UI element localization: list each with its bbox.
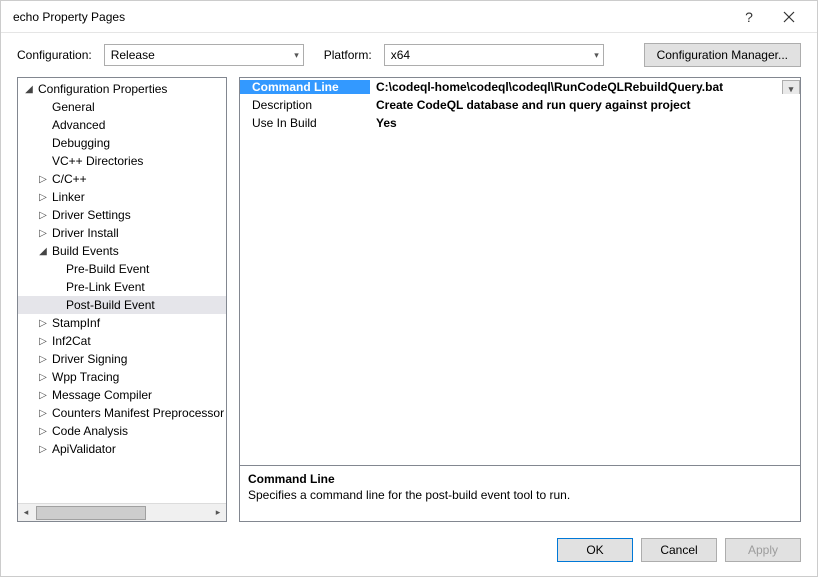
tree-item-label: Linker xyxy=(50,190,85,204)
tree[interactable]: ◢Configuration PropertiesGeneralAdvanced… xyxy=(18,78,226,503)
tree-item[interactable]: ▷Message Compiler xyxy=(18,386,226,404)
tree-item-label: Code Analysis xyxy=(50,424,128,438)
config-label: Configuration: xyxy=(17,48,92,62)
property-value[interactable]: C:\codeql-home\codeql\codeql\RunCodeQLRe… xyxy=(370,80,800,94)
tree-item[interactable]: ▷Counters Manifest Preprocessor xyxy=(18,404,226,422)
tree-item[interactable]: Debugging xyxy=(18,134,226,152)
expand-icon[interactable]: ▷ xyxy=(36,318,50,329)
description-text: Specifies a command line for the post-bu… xyxy=(248,488,792,502)
expand-icon[interactable]: ▷ xyxy=(36,426,50,437)
tree-item-label: StampInf xyxy=(50,316,100,330)
tree-panel: ◢Configuration PropertiesGeneralAdvanced… xyxy=(17,77,227,522)
configuration-combo[interactable]: Release ▾ xyxy=(104,44,304,66)
tree-item[interactable]: ▷Driver Install xyxy=(18,224,226,242)
apply-button[interactable]: Apply xyxy=(725,538,801,562)
tree-item[interactable]: Pre-Build Event xyxy=(18,260,226,278)
close-button[interactable] xyxy=(769,3,809,31)
property-row[interactable]: DescriptionCreate CodeQL database and ru… xyxy=(240,96,800,114)
tree-item-label: Counters Manifest Preprocessor xyxy=(50,406,224,420)
tree-item[interactable]: ◢Build Events xyxy=(18,242,226,260)
configuration-value: Release xyxy=(111,48,155,62)
description-title: Command Line xyxy=(248,472,792,486)
tree-item[interactable]: Post-Build Event xyxy=(18,296,226,314)
tree-item-label: Driver Install xyxy=(50,226,119,240)
property-name: Description xyxy=(240,98,370,112)
expand-icon[interactable]: ▷ xyxy=(36,390,50,401)
tree-item-label: Post-Build Event xyxy=(64,298,155,312)
tree-item-label: VC++ Directories xyxy=(50,154,143,168)
chevron-down-icon: ▾ xyxy=(294,50,299,61)
platform-combo[interactable]: x64 ▾ xyxy=(384,44,604,66)
scroll-thumb[interactable] xyxy=(36,506,146,520)
expand-icon[interactable]: ▷ xyxy=(36,174,50,185)
tree-item-label: Pre-Build Event xyxy=(64,262,149,276)
tree-item[interactable]: ▷Linker xyxy=(18,188,226,206)
tree-item-label: Inf2Cat xyxy=(50,334,91,348)
scroll-left-icon[interactable]: ◂ xyxy=(18,505,34,521)
tree-item-label: Advanced xyxy=(50,118,105,132)
expand-icon[interactable]: ▷ xyxy=(36,444,50,455)
tree-item-label: Wpp Tracing xyxy=(50,370,119,384)
tree-item[interactable]: VC++ Directories xyxy=(18,152,226,170)
tree-item[interactable]: ▷Wpp Tracing xyxy=(18,368,226,386)
tree-item-label: C/C++ xyxy=(50,172,87,186)
titlebar: echo Property Pages ? xyxy=(1,1,817,33)
description-panel: Command Line Specifies a command line fo… xyxy=(240,465,800,521)
property-name: Command Line xyxy=(240,80,370,94)
tree-item-label: Build Events xyxy=(50,244,119,258)
tree-item[interactable]: ▷Inf2Cat xyxy=(18,332,226,350)
expand-icon[interactable]: ▷ xyxy=(36,408,50,419)
expand-icon[interactable]: ▷ xyxy=(36,372,50,383)
configuration-manager-button[interactable]: Configuration Manager... xyxy=(644,43,801,67)
tree-item-label: Pre-Link Event xyxy=(64,280,145,294)
tree-item-label: Debugging xyxy=(50,136,110,150)
tree-item-label: Message Compiler xyxy=(50,388,152,402)
tree-item-label: Driver Signing xyxy=(50,352,127,366)
property-value[interactable]: Yes xyxy=(370,116,800,130)
main-area: ◢Configuration PropertiesGeneralAdvanced… xyxy=(1,77,817,528)
tree-item-label: ApiValidator xyxy=(50,442,116,456)
collapse-icon[interactable]: ◢ xyxy=(22,84,36,95)
chevron-down-icon: ▾ xyxy=(594,50,599,61)
footer: OK Cancel Apply xyxy=(1,528,817,576)
help-button[interactable]: ? xyxy=(729,3,769,31)
chevron-down-icon: ▾ xyxy=(789,84,794,95)
property-name: Use In Build xyxy=(240,116,370,130)
tree-item[interactable]: Advanced xyxy=(18,116,226,134)
window-title: echo Property Pages xyxy=(13,10,729,24)
close-icon xyxy=(783,11,795,23)
expand-icon[interactable]: ▷ xyxy=(36,228,50,239)
tree-item[interactable]: ▷Code Analysis xyxy=(18,422,226,440)
tree-item[interactable]: ▷Driver Signing xyxy=(18,350,226,368)
dropdown-button[interactable]: ▾ xyxy=(782,80,800,94)
tree-item[interactable]: ▷C/C++ xyxy=(18,170,226,188)
collapse-icon[interactable]: ◢ xyxy=(36,246,50,257)
tree-item[interactable]: ▷ApiValidator xyxy=(18,440,226,458)
property-value[interactable]: Create CodeQL database and run query aga… xyxy=(370,98,800,112)
tree-item[interactable]: Pre-Link Event xyxy=(18,278,226,296)
tree-root-label: Configuration Properties xyxy=(36,82,167,96)
tree-item[interactable]: General xyxy=(18,98,226,116)
cancel-button[interactable]: Cancel xyxy=(641,538,717,562)
property-pages-window: echo Property Pages ? Configuration: Rel… xyxy=(0,0,818,577)
tree-item-label: General xyxy=(50,100,95,114)
tree-scrollbar[interactable]: ◂ ▸ xyxy=(18,503,226,521)
tree-item[interactable]: ▷Driver Settings xyxy=(18,206,226,224)
tree-item-label: Driver Settings xyxy=(50,208,131,222)
scroll-right-icon[interactable]: ▸ xyxy=(210,505,226,521)
expand-icon[interactable]: ▷ xyxy=(36,336,50,347)
config-row: Configuration: Release ▾ Platform: x64 ▾… xyxy=(1,33,817,77)
property-panel: Command LineC:\codeql-home\codeql\codeql… xyxy=(239,77,801,522)
expand-icon[interactable]: ▷ xyxy=(36,354,50,365)
property-grid[interactable]: Command LineC:\codeql-home\codeql\codeql… xyxy=(240,78,800,465)
ok-button[interactable]: OK xyxy=(557,538,633,562)
platform-value: x64 xyxy=(391,48,410,62)
platform-label: Platform: xyxy=(324,48,372,62)
expand-icon[interactable]: ▷ xyxy=(36,192,50,203)
tree-item[interactable]: ▷StampInf xyxy=(18,314,226,332)
property-row[interactable]: Use In BuildYes xyxy=(240,114,800,132)
tree-root[interactable]: ◢Configuration Properties xyxy=(18,80,226,98)
expand-icon[interactable]: ▷ xyxy=(36,210,50,221)
property-row[interactable]: Command LineC:\codeql-home\codeql\codeql… xyxy=(240,78,800,96)
